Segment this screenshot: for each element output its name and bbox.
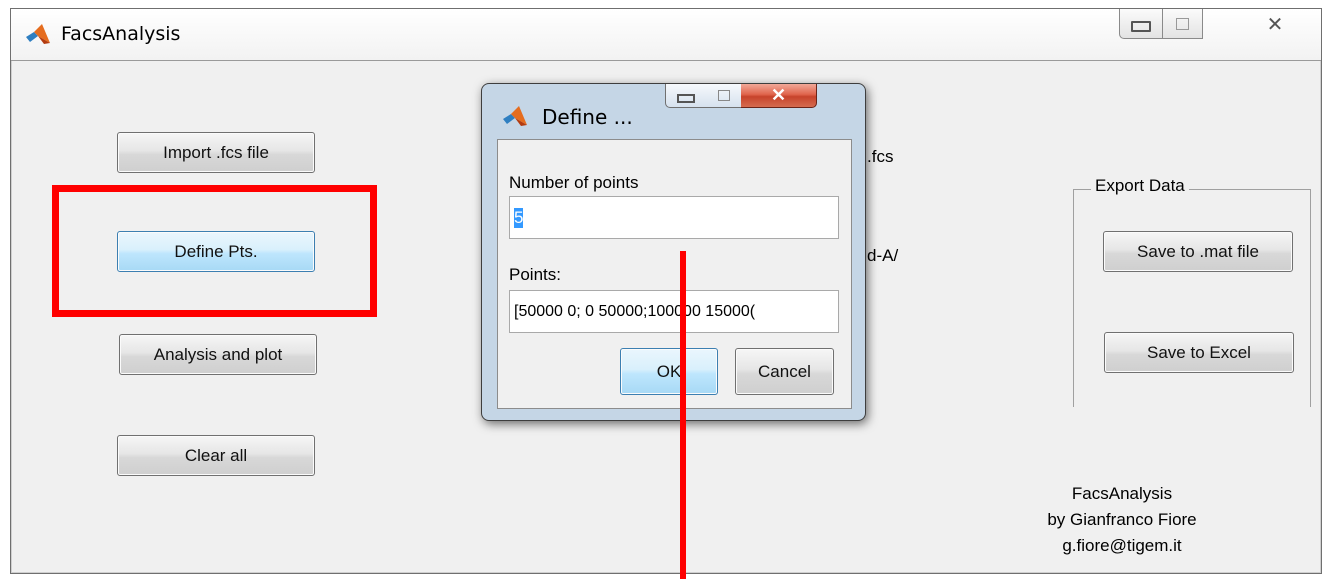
close-icon: ✕: [770, 85, 787, 105]
number-of-points-input[interactable]: 5: [509, 196, 839, 239]
cancel-button[interactable]: Cancel: [735, 348, 834, 395]
save-excel-button[interactable]: Save to Excel: [1104, 332, 1294, 373]
export-data-legend: Export Data: [1091, 176, 1189, 196]
credits-email: g.fiore@tigem.it: [1062, 536, 1182, 555]
fcs-file-label: .fcs: [867, 147, 894, 166]
minimize-button[interactable]: [1119, 9, 1163, 39]
save-mat-button[interactable]: Save to .mat file: [1103, 231, 1293, 272]
credits-app-name: FacsAnalysis: [1071, 484, 1173, 503]
points-input[interactable]: [50000 0; 0 50000;100000 15000(: [509, 290, 839, 333]
number-of-points-value: 5: [514, 207, 524, 228]
highlight-box: [52, 185, 377, 317]
axis-label: d-A/: [867, 246, 899, 265]
analysis-and-plot-button[interactable]: Analysis and plot: [119, 334, 317, 375]
maximize-icon: [1176, 17, 1189, 30]
number-of-points-label: Number of points: [509, 173, 639, 192]
minimize-icon: [1131, 21, 1151, 32]
dialog-matlab-icon: [502, 105, 528, 127]
dialog-close-button[interactable]: ✕: [741, 84, 817, 108]
maximize-button[interactable]: [1163, 9, 1203, 39]
dialog-client-area: Number of points 5 Points: [50000 0; 0 5…: [497, 139, 852, 409]
define-points-dialog: Define ... ✕ Number of points 5 Points: …: [481, 83, 866, 421]
maximize-icon: [717, 90, 730, 101]
dialog-title: Define ...: [542, 105, 633, 129]
points-label: Points:: [509, 265, 561, 284]
credits-block: FacsAnalysis by Gianfranco Fiore g.fiore…: [997, 481, 1247, 559]
close-button[interactable]: ✕: [1235, 9, 1315, 39]
close-icon: ✕: [1266, 13, 1284, 36]
dialog-minimize-button[interactable]: [665, 84, 707, 108]
minimize-icon: [677, 94, 695, 103]
clear-all-button[interactable]: Clear all: [117, 435, 315, 476]
dialog-maximize-button[interactable]: [706, 84, 742, 108]
pointer-line: [680, 251, 686, 579]
export-data-panel: [1073, 189, 1311, 407]
window-caption-buttons: ✕: [1119, 9, 1315, 39]
ok-button[interactable]: OK: [620, 348, 718, 395]
matlab-icon: [25, 23, 51, 45]
credits-author: by Gianfranco Fiore: [1047, 510, 1197, 529]
window-title: FacsAnalysis: [61, 23, 181, 45]
import-fcs-button[interactable]: Import .fcs file: [117, 132, 315, 173]
main-titlebar[interactable]: FacsAnalysis ✕: [11, 9, 1321, 61]
